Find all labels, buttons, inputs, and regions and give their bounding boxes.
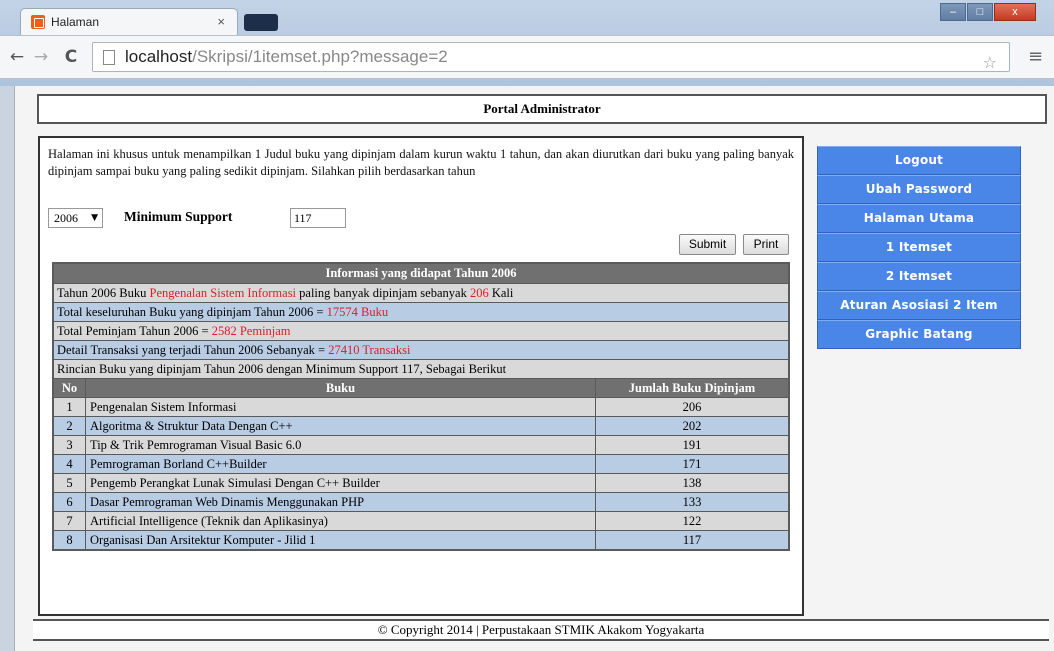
info-row-top-book: Tahun 2006 Buku Pengenalan Sistem Inform…	[54, 283, 788, 302]
row-no: 1	[54, 398, 86, 416]
col-no-header: No	[54, 379, 86, 397]
forward-arrow-icon[interactable]: →	[30, 46, 52, 68]
page-icon	[103, 50, 115, 65]
row-no: 2	[54, 417, 86, 435]
col-buku-header: Buku	[86, 379, 596, 397]
main-content-panel: Halaman ini khusus untuk menampilkan 1 J…	[38, 136, 804, 616]
submit-button[interactable]: Submit	[679, 234, 736, 255]
info-row-total-books: Total keseluruhan Buku yang dipinjam Tah…	[54, 302, 788, 321]
menu-graphic-batang[interactable]: Graphic Batang	[817, 320, 1021, 349]
info-table: Informasi yang didapat Tahun 2006 Tahun …	[52, 262, 790, 551]
side-menu: Logout Ubah Password Halaman Utama 1 Ite…	[817, 146, 1021, 349]
row-no: 6	[54, 493, 86, 511]
row-title: Artificial Intelligence (Teknik dan Apli…	[86, 512, 596, 530]
new-tab-button[interactable]	[244, 14, 278, 31]
minimize-button[interactable]: –	[940, 3, 966, 21]
menu-ubah-password[interactable]: Ubah Password	[817, 175, 1021, 204]
page-header: Portal Administrator	[37, 94, 1047, 124]
minimum-support-label: Minimum Support	[124, 209, 233, 224]
row-title: Dasar Pemrograman Web Dinamis Menggunaka…	[86, 493, 596, 511]
print-button[interactable]: Print	[743, 234, 789, 255]
table-row: 5 Pengemb Perangkat Lunak Simulasi Denga…	[54, 473, 788, 492]
tab-strip: Halaman × – □ x	[0, 0, 1054, 35]
row-title: Algoritma & Struktur Data Dengan C++	[86, 417, 596, 435]
window-controls: – □ x	[939, 2, 1036, 22]
table-row: 6 Dasar Pemrograman Web Dinamis Mengguna…	[54, 492, 788, 511]
year-dropdown[interactable]: 2006 ▼	[48, 208, 103, 228]
row-count: 117	[682, 533, 702, 547]
menu-logout[interactable]: Logout	[817, 146, 1021, 175]
total-books-value: 17574 Buku	[326, 305, 389, 319]
menu-2-itemset[interactable]: 2 Itemset	[817, 262, 1021, 291]
books-table-header: No Buku Jumlah Buku Dipinjam	[54, 378, 788, 397]
row-count: 202	[682, 419, 702, 433]
page-footer: © Copyright 2014 | Perpustakaan STMIK Ak…	[33, 619, 1049, 641]
browser-chrome: Halaman × – □ x ← → C localhost/Skripsi/1i…	[0, 0, 1054, 86]
menu-1-itemset[interactable]: 1 Itemset	[817, 233, 1021, 262]
top-book-count: 206	[469, 286, 489, 300]
info-row-details-caption: Rincian Buku yang dipinjam Tahun 2006 de…	[54, 359, 788, 378]
table-row: 4 Pemrograman Borland C++Builder 171	[54, 454, 788, 473]
menu-aturan-asosiasi[interactable]: Aturan Asosiasi 2 Item	[817, 291, 1021, 320]
minimum-support-input[interactable]: 117	[290, 208, 346, 228]
window-left-edge	[0, 86, 14, 651]
table-row: 1 Pengenalan Sistem Informasi 206	[54, 397, 788, 416]
col-jumlah-header: Jumlah Buku Dipinjam	[628, 381, 756, 395]
tab-close-icon[interactable]: ×	[217, 14, 225, 29]
row-no: 7	[54, 512, 86, 530]
row-no: 4	[54, 455, 86, 473]
address-bar[interactable]: localhost/Skripsi/1itemset.php?message=2…	[92, 42, 1010, 72]
browser-menu-icon[interactable]: ≡	[1028, 46, 1046, 68]
total-borrowers-value: 2582 Peminjam	[211, 324, 291, 338]
row-title: Pemrograman Borland C++Builder	[86, 455, 596, 473]
row-no: 5	[54, 474, 86, 492]
menu-halaman-utama[interactable]: Halaman Utama	[817, 204, 1021, 233]
row-count: 206	[682, 400, 702, 414]
info-row-total-borrowers: Total Peminjam Tahun 2006 = 2582 Peminja…	[54, 321, 788, 340]
info-row-transactions: Detail Transaksi yang terjadi Tahun 2006…	[54, 340, 788, 359]
row-title: Organisasi Dan Arsitektur Komputer - Jil…	[86, 531, 596, 549]
info-table-header: Informasi yang didapat Tahun 2006	[54, 264, 788, 283]
row-title: Pengemb Perangkat Lunak Simulasi Dengan …	[86, 474, 596, 492]
intro-paragraph: Halaman ini khusus untuk menampilkan 1 J…	[48, 147, 794, 178]
url-text: localhost/Skripsi/1itemset.php?message=2	[125, 47, 448, 66]
row-count: 191	[682, 438, 702, 452]
table-row: 8 Organisasi Dan Arsitektur Komputer - J…	[54, 530, 788, 549]
row-title: Tip & Trik Pemrograman Visual Basic 6.0	[86, 436, 596, 454]
page-viewport: Portal Administrator Halaman ini khusus …	[14, 86, 1054, 651]
table-row: 3 Tip & Trik Pemrograman Visual Basic 6.…	[54, 435, 788, 454]
dropdown-arrow-icon: ▼	[91, 213, 98, 223]
transactions-value: 27410 Transaksi	[328, 343, 411, 357]
maximize-button[interactable]: □	[967, 3, 993, 21]
table-row: 7 Artificial Intelligence (Teknik dan Ap…	[54, 511, 788, 530]
row-count: 122	[682, 514, 702, 528]
tab-title: Halaman	[51, 15, 100, 29]
window-close-button[interactable]: x	[994, 3, 1036, 21]
table-row: 2 Algoritma & Struktur Data Dengan C++ 2…	[54, 416, 788, 435]
favicon-icon	[31, 15, 45, 29]
row-count: 138	[682, 476, 702, 490]
row-title: Pengenalan Sistem Informasi	[86, 398, 596, 416]
top-book-title: Pengenalan Sistem Informasi	[149, 286, 297, 300]
back-arrow-icon[interactable]: ←	[6, 46, 28, 68]
browser-tab[interactable]: Halaman ×	[20, 8, 238, 35]
row-count: 133	[682, 495, 702, 509]
row-no: 3	[54, 436, 86, 454]
row-no: 8	[54, 531, 86, 549]
year-dropdown-value: 2006	[54, 211, 78, 225]
row-count: 171	[682, 457, 702, 471]
browser-toolbar: ← → C localhost/Skripsi/1itemset.php?mes…	[0, 35, 1054, 79]
reload-icon[interactable]: C	[60, 46, 82, 68]
bookmark-star-icon[interactable]: ☆	[983, 49, 997, 77]
